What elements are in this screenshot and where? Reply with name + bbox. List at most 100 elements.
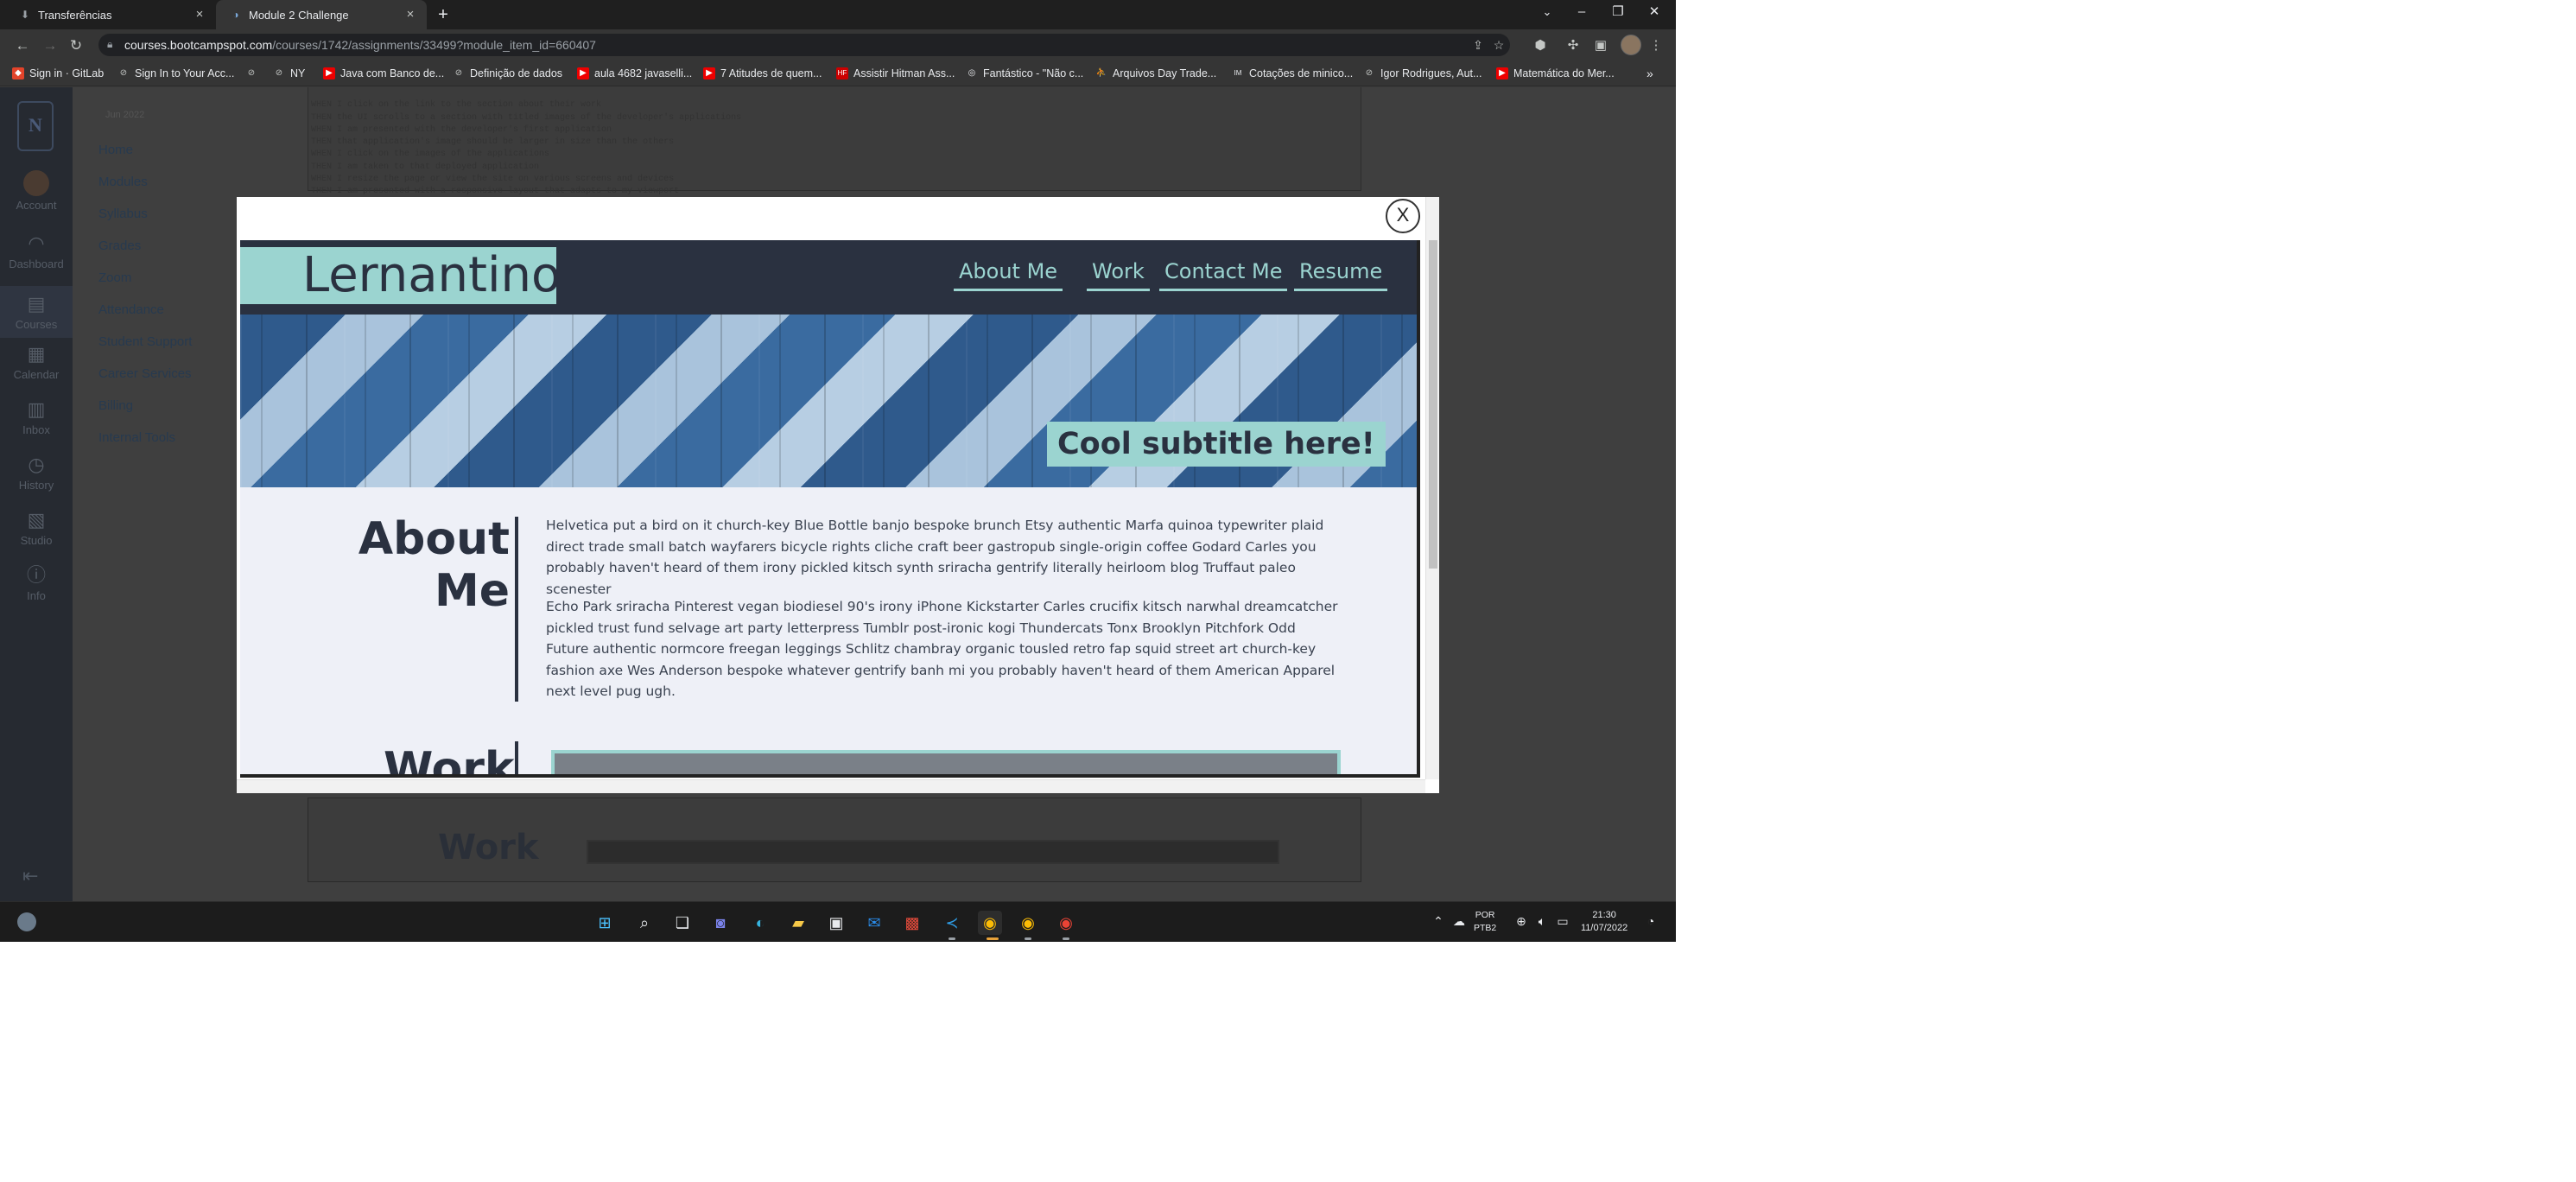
store-icon[interactable]: ▣	[824, 911, 848, 935]
tab-downloads[interactable]: ⬇ Transferências ×	[5, 0, 216, 29]
course-nav-career-services[interactable]: Career Services	[98, 366, 192, 381]
forward-icon[interactable]: →	[40, 35, 60, 56]
language-indicator[interactable]: POR PTB2	[1474, 909, 1496, 935]
close-modal-button[interactable]: X	[1386, 199, 1420, 233]
bookmark-item[interactable]: ⊘ NY	[273, 66, 306, 81]
notifications-icon[interactable]: ◔	[1643, 914, 1659, 928]
bookmark-item[interactable]: IM Cotações de minico...	[1232, 66, 1354, 81]
featured-work-card[interactable]	[551, 750, 1341, 774]
chrome-icon[interactable]: ◉	[978, 911, 1002, 935]
hf-badge-icon: HF	[836, 67, 848, 79]
course-nav-billing[interactable]: Billing	[98, 398, 133, 413]
course-nav-zoom[interactable]: Zoom	[98, 270, 131, 285]
close-tab-icon[interactable]: ×	[192, 7, 207, 22]
lock-icon: 🔒︎	[107, 38, 113, 50]
new-tab-button[interactable]: +	[434, 5, 453, 24]
search-icon[interactable]: ⌕	[632, 911, 657, 935]
volume-icon[interactable]: 🔈︎	[1534, 914, 1550, 929]
bookmark-item[interactable]: ▶ aula 4682 javaselli...	[577, 66, 692, 81]
chrome-profile-icon[interactable]: ◉	[1016, 911, 1040, 935]
onedrive-icon[interactable]: ☁	[1451, 914, 1467, 929]
bookmark-item[interactable]: ⊘	[245, 66, 263, 81]
share-icon[interactable]: ⇪	[1470, 37, 1486, 53]
nav-info[interactable]: ⓘ Info	[0, 564, 73, 602]
clock[interactable]: 21:30 11/07/2022	[1581, 909, 1627, 935]
start-icon[interactable]: ⊞	[593, 911, 617, 935]
course-nav-grades[interactable]: Grades	[98, 238, 141, 253]
vertical-scrollbar[interactable]	[1425, 197, 1439, 779]
bookmark-item[interactable]: ◆ Sign in · GitLab	[12, 66, 104, 81]
puzzle-icon[interactable]: ✣	[1564, 36, 1583, 55]
weather-widget-icon[interactable]	[17, 912, 36, 931]
nav-studio[interactable]: ▧ Studio	[0, 509, 73, 547]
bookmark-item[interactable]: HF Assistir Hitman Ass...	[836, 66, 955, 81]
tray-overflow-icon[interactable]: ⌃	[1431, 914, 1446, 929]
course-nav-syllabus[interactable]: Syllabus	[98, 207, 148, 221]
scrollbar-thumb[interactable]	[1429, 240, 1437, 569]
minimize-button[interactable]: –	[1562, 0, 1602, 26]
work-heading-behind: Work	[438, 828, 539, 867]
address-bar[interactable]: 🔒︎ courses.bootcampspot.com/courses/1742…	[98, 34, 1510, 56]
about-me-heading: About Me	[327, 513, 510, 617]
course-nav-student-support[interactable]: Student Support	[98, 334, 192, 349]
profile-avatar[interactable]	[1621, 35, 1641, 55]
vscode-icon[interactable]: ≺	[940, 911, 964, 935]
menu-icon[interactable]: ⋮	[1646, 36, 1666, 55]
reload-icon[interactable]: ↻	[66, 35, 86, 56]
file-explorer-icon[interactable]: ▰	[786, 911, 810, 935]
bookmark-item[interactable]: ▶ Java com Banco de...	[323, 66, 444, 81]
school-logo-icon[interactable]: N	[17, 101, 54, 151]
network-icon[interactable]: ⊕	[1513, 914, 1529, 929]
bookmark-item[interactable]: ⊘ Igor Rodrigues, Aut...	[1363, 66, 1482, 81]
back-icon[interactable]: ←	[12, 35, 33, 56]
bookmark-label: Igor Rodrigues, Aut...	[1380, 67, 1482, 79]
bookmark-item[interactable]: ▶ Matemática do Mer...	[1496, 66, 1615, 81]
nav-resume-link[interactable]: Resume	[1294, 259, 1388, 291]
nav-contact-me-link[interactable]: Contact Me	[1159, 259, 1288, 291]
task-view-icon[interactable]: ❏	[670, 911, 695, 935]
nav-calendar[interactable]: ▦ Calendar	[0, 343, 73, 381]
mail-icon[interactable]: ✉	[862, 911, 886, 935]
clock-time: 21:30	[1592, 910, 1616, 920]
screen: ⬇ Transferências × ◑ Module 2 Challenge …	[0, 0, 1676, 942]
url-text[interactable]: courses.bootcampspot.com/courses/1742/as…	[124, 38, 596, 52]
extension-icon[interactable]: ⬢	[1531, 36, 1550, 55]
site-logo[interactable]: Lernantino	[240, 247, 561, 304]
course-nav-modules[interactable]: Modules	[98, 175, 148, 189]
bookmark-item[interactable]: ▶ 7 Atitudes de quem...	[703, 66, 822, 81]
nav-account[interactable]: Account	[0, 170, 73, 212]
nav-label: Calendar	[13, 368, 60, 381]
nav-courses[interactable]: ▤ Courses	[0, 286, 73, 338]
nav-dashboard[interactable]: ◠ Dashboard	[0, 232, 73, 270]
close-tab-icon[interactable]: ×	[403, 7, 418, 22]
nav-about-me-link[interactable]: About Me	[954, 259, 1063, 291]
bookmark-item[interactable]: ⊘ Definição de dados	[453, 66, 562, 81]
course-nav-internal-tools[interactable]: Internal Tools	[98, 430, 175, 445]
nav-label: Dashboard	[9, 257, 64, 270]
battery-icon[interactable]: ▭	[1555, 914, 1570, 929]
account-icon	[23, 170, 49, 196]
courses-icon: ▤	[27, 293, 46, 315]
edge-icon[interactable]: ◐	[748, 911, 772, 935]
collapse-nav-icon[interactable]: ⇤	[22, 865, 38, 887]
acceptance-criteria-text: WHEN I click on the link to the section …	[311, 87, 741, 199]
restore-button[interactable]: ❐	[1598, 0, 1638, 26]
nav-work-link[interactable]: Work	[1087, 259, 1150, 291]
horizontal-scrollbar[interactable]	[237, 779, 1425, 793]
preview-modal: X Lernantino About Me Work Contact Me Re…	[237, 197, 1439, 793]
course-nav-home[interactable]: Home	[98, 143, 133, 157]
bookmark-star-icon[interactable]: ☆	[1491, 37, 1507, 53]
side-panel-icon[interactable]: ▣	[1591, 36, 1610, 55]
bookmark-item[interactable]: ◎ Fantástico - "Não c...	[966, 66, 1084, 81]
gift-app-icon[interactable]: ▩	[900, 911, 924, 935]
bookmark-item[interactable]: ⊘ Sign In to Your Acc...	[117, 66, 235, 81]
tab-module-2-challenge[interactable]: ◑ Module 2 Challenge ×	[216, 0, 427, 29]
chrome-alt-icon[interactable]: ◉	[1054, 911, 1078, 935]
nav-history[interactable]: ◷ History	[0, 454, 73, 492]
teams-chat-icon[interactable]: ◙	[708, 911, 733, 935]
bookmark-item[interactable]: ⛹ Arquivos Day Trade...	[1095, 66, 1216, 81]
course-nav-attendance[interactable]: Attendance	[98, 302, 164, 317]
nav-inbox[interactable]: ▥ Inbox	[0, 398, 73, 436]
more-bookmarks-icon[interactable]: »	[1646, 66, 1653, 81]
close-window-button[interactable]: ✕	[1634, 0, 1674, 26]
